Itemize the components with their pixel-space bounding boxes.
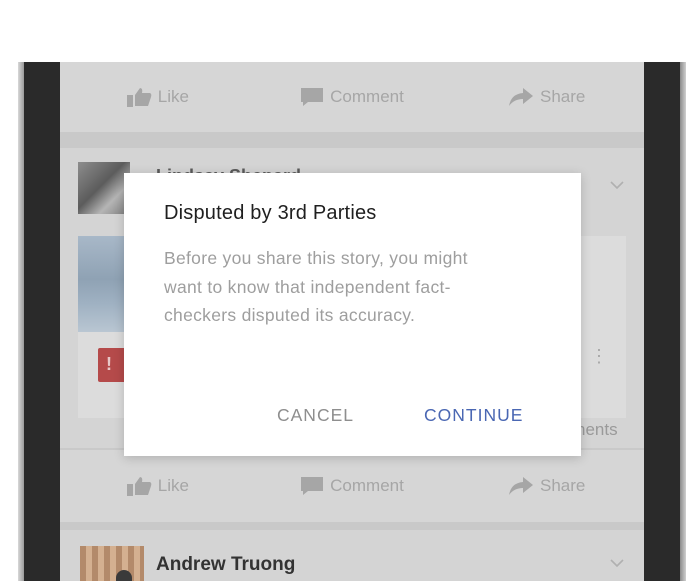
avatar[interactable]	[80, 546, 144, 581]
next-feed-post-card: Andrew Truong	[60, 530, 644, 581]
dialog-message: Before you share this story, you might w…	[164, 248, 468, 325]
share-arrow-icon	[508, 88, 533, 106]
comment-button[interactable]: Comment	[255, 476, 450, 496]
like-label: Like	[157, 87, 189, 106]
post-actions-bar-top: Like Comment Share	[60, 62, 644, 132]
comment-label: Comment	[330, 476, 404, 495]
comment-bubble-icon	[301, 88, 324, 106]
chevron-down-icon[interactable]	[610, 556, 624, 570]
comment-bubble-icon	[301, 477, 324, 495]
comment-button[interactable]: Comment	[255, 87, 450, 107]
share-label: Share	[539, 87, 586, 106]
share-label: Share	[539, 476, 586, 495]
disputed-share-dialog: Disputed by 3rd Parties Before you share…	[124, 173, 581, 456]
continue-button[interactable]: CONTINUE	[424, 405, 523, 426]
like-button[interactable]: Like	[60, 476, 255, 496]
cancel-button[interactable]: CANCEL	[277, 405, 354, 426]
thumbs-up-icon	[126, 477, 152, 496]
dialog-title: Disputed by 3rd Parties	[164, 202, 377, 224]
chevron-down-icon[interactable]	[610, 178, 624, 192]
share-button[interactable]: Share	[449, 476, 644, 496]
like-button[interactable]: Like	[60, 87, 255, 107]
post-actions-bar: Like Comment Share	[60, 450, 644, 522]
share-button[interactable]: Share	[449, 87, 644, 107]
comments-count[interactable]: nents	[576, 420, 618, 440]
share-arrow-icon	[508, 477, 533, 495]
avatar[interactable]	[78, 162, 130, 214]
comment-label: Comment	[330, 87, 404, 106]
phone-edge-left	[18, 62, 24, 581]
more-options-icon[interactable]: ⋮	[590, 347, 608, 365]
post-author-name[interactable]: Andrew Truong	[156, 554, 295, 576]
like-label: Like	[157, 476, 189, 495]
thumbs-up-icon	[126, 88, 152, 107]
avatar-figure	[116, 570, 132, 581]
phone-edge-right	[680, 62, 686, 581]
